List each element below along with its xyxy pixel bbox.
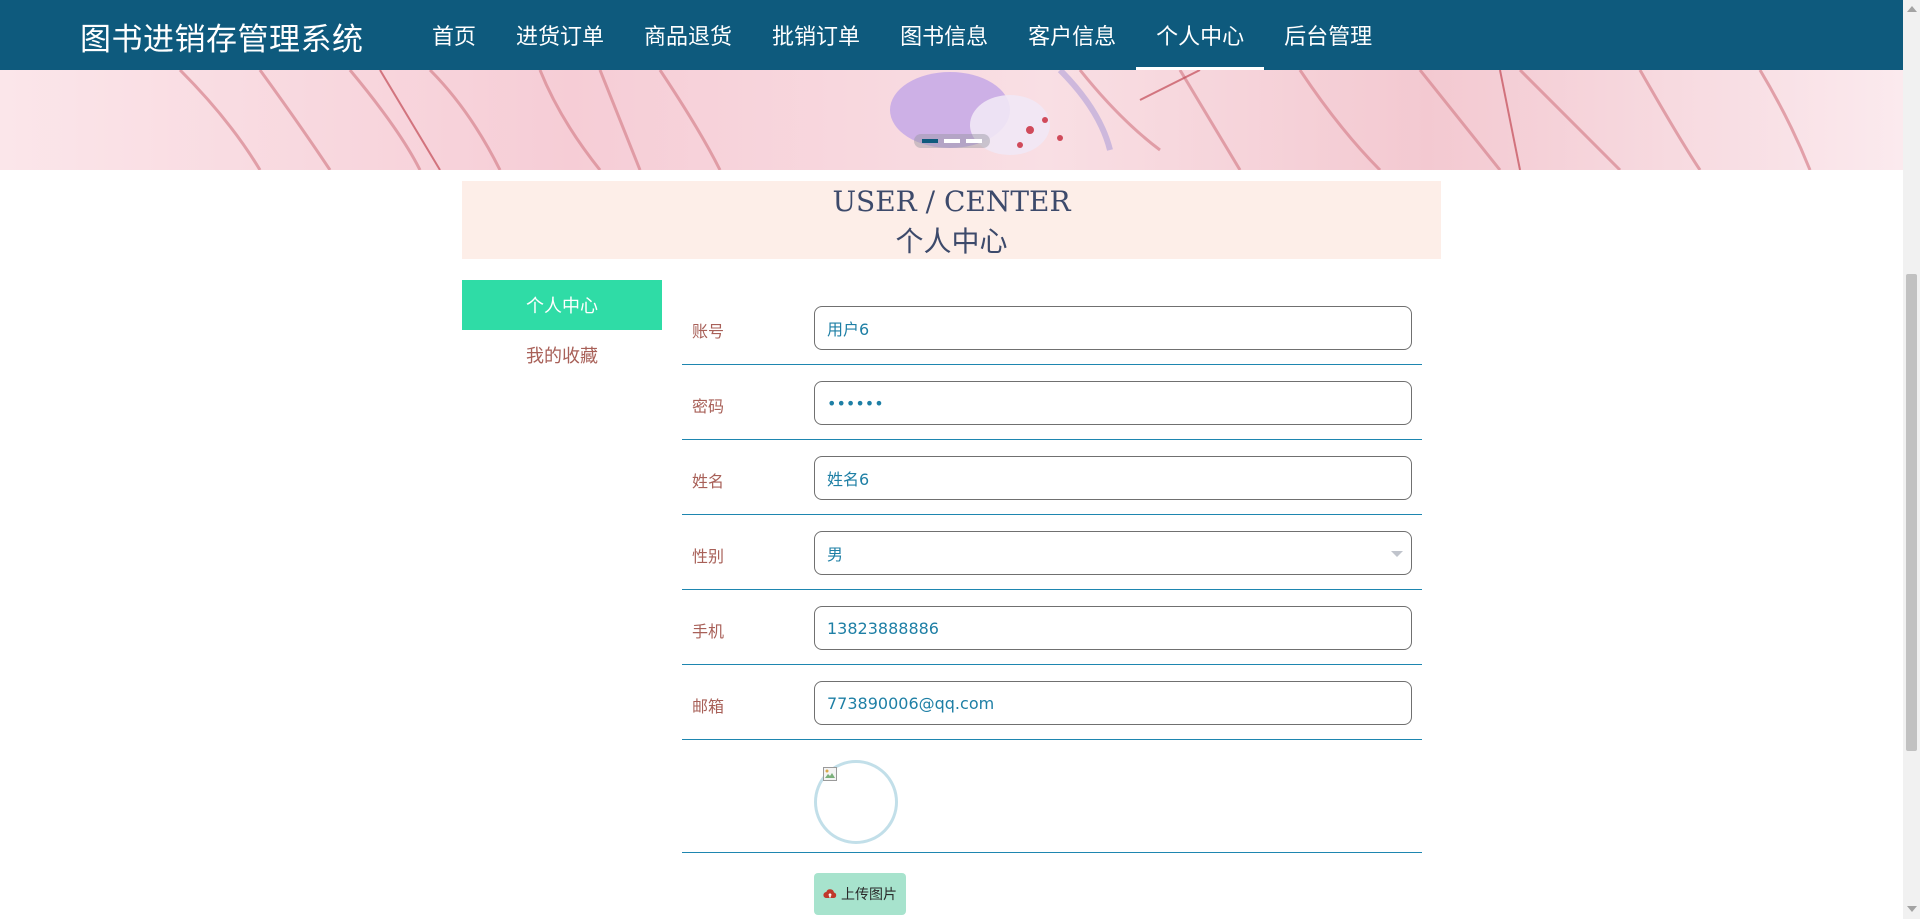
- carousel-dot-1[interactable]: [922, 139, 938, 143]
- email-input[interactable]: 773890006@qq.com: [814, 681, 1412, 725]
- nav-item-returns[interactable]: 商品退货: [624, 0, 752, 70]
- form-row-avatar: [682, 740, 1422, 853]
- section-title-en: USER / CENTER: [832, 185, 1071, 218]
- form-row-account: 账号 用户6: [682, 290, 1422, 365]
- sidebar-item-user-center[interactable]: 个人中心: [462, 280, 662, 330]
- section-title: USER / CENTER 个人中心: [462, 181, 1441, 259]
- top-navigation-bar: 图书进销存管理系统 首页 进货订单 商品退货 批销订单 图书信息 客户信息 个人…: [0, 0, 1903, 70]
- password-label: 密码: [692, 397, 725, 416]
- nav-item-book-info[interactable]: 图书信息: [880, 0, 1008, 70]
- chevron-down-icon[interactable]: [1391, 551, 1403, 557]
- avatar[interactable]: [814, 760, 898, 844]
- scrollbar-thumb[interactable]: [1906, 274, 1917, 751]
- carousel-dot-2[interactable]: [944, 139, 960, 143]
- carousel-dot-3[interactable]: [966, 139, 982, 143]
- phone-input[interactable]: 13823888886: [814, 606, 1412, 650]
- banner-carousel[interactable]: [0, 70, 1903, 170]
- broken-image-icon: [823, 767, 837, 781]
- gender-select[interactable]: 男: [814, 531, 1412, 575]
- form-row-email: 邮箱 773890006@qq.com: [682, 665, 1422, 740]
- sidebar-item-my-favorites[interactable]: 我的收藏: [462, 330, 662, 380]
- phone-label: 手机: [692, 622, 725, 641]
- main-nav: 首页 进货订单 商品退货 批销订单 图书信息 客户信息 个人中心 后台管理: [412, 0, 1392, 70]
- name-label: 姓名: [692, 472, 725, 491]
- nav-item-customer-info[interactable]: 客户信息: [1008, 0, 1136, 70]
- form-row-name: 姓名 姓名6: [682, 440, 1422, 515]
- gender-label: 性别: [692, 547, 725, 566]
- form-row-gender: 性别 男: [682, 515, 1422, 590]
- form-row-phone: 手机 13823888886: [682, 590, 1422, 665]
- upload-image-label: 上传图片: [841, 887, 897, 903]
- nav-item-admin[interactable]: 后台管理: [1264, 0, 1392, 70]
- password-input[interactable]: ••••••: [814, 381, 1412, 425]
- upload-image-button[interactable]: 上传图片: [814, 873, 906, 915]
- scroll-up-arrow-icon[interactable]: [1907, 6, 1917, 12]
- carousel-indicators: [914, 134, 990, 148]
- scroll-down-arrow-icon[interactable]: [1907, 906, 1917, 912]
- cloud-upload-icon: [823, 889, 837, 899]
- email-label: 邮箱: [692, 697, 725, 716]
- section-title-cn: 个人中心: [895, 225, 1008, 258]
- nav-item-home[interactable]: 首页: [412, 0, 496, 70]
- account-input[interactable]: 用户6: [814, 306, 1412, 350]
- nav-item-wholesale-orders[interactable]: 批销订单: [752, 0, 880, 70]
- account-label: 账号: [692, 322, 725, 341]
- form-row-password: 密码 ••••••: [682, 365, 1422, 440]
- name-input[interactable]: 姓名6: [814, 456, 1412, 500]
- banner-illustration: [178, 70, 1812, 170]
- nav-item-purchase-orders[interactable]: 进货订单: [496, 0, 624, 70]
- brand-title[interactable]: 图书进销存管理系统: [80, 14, 364, 59]
- gender-select-value: 男: [827, 545, 844, 564]
- nav-item-user-center[interactable]: 个人中心: [1136, 0, 1265, 70]
